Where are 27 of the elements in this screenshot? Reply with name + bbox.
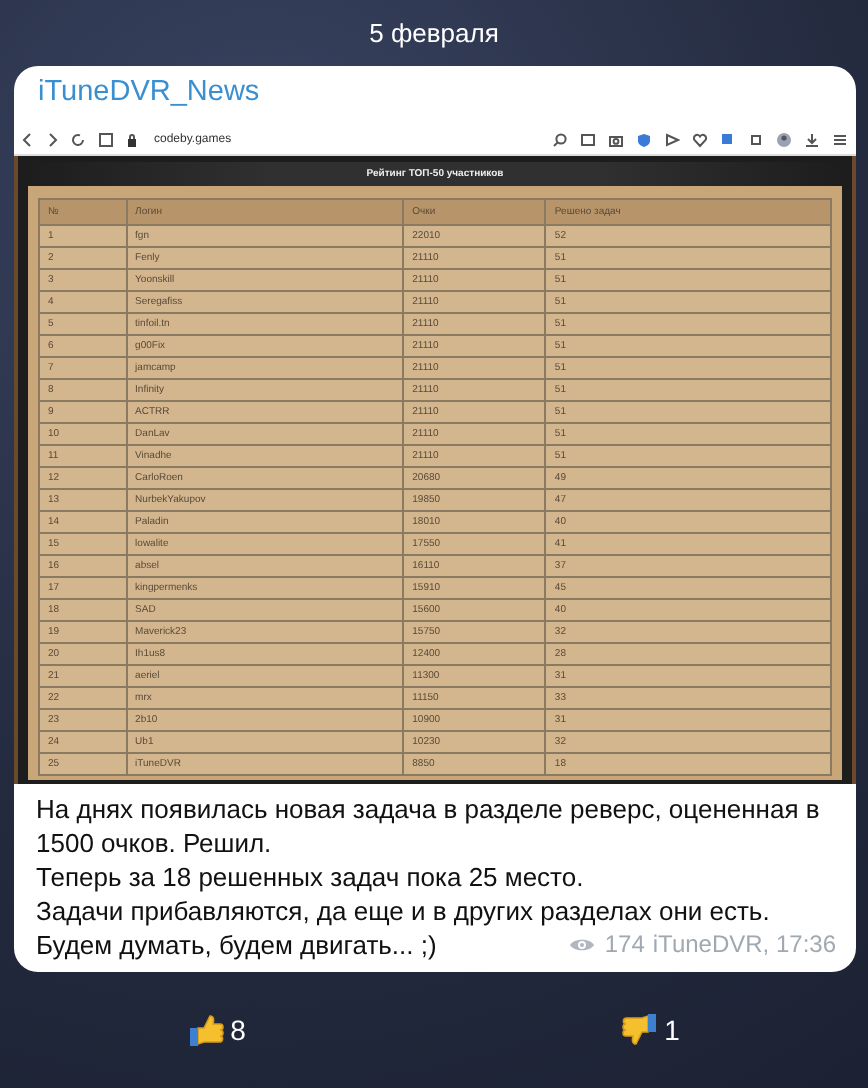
eye-icon [568, 936, 597, 954]
download-icon[interactable] [804, 131, 820, 147]
menu-icon[interactable] [832, 131, 848, 147]
forward-icon[interactable] [46, 131, 58, 147]
reaction-count: 1 [664, 1014, 680, 1046]
picture-icon[interactable] [580, 131, 596, 147]
message-text: Задачи прибавляются, да еще и в других разделах они есть. [36, 894, 772, 928]
send-icon[interactable] [664, 131, 680, 147]
tabs-icon[interactable] [98, 131, 114, 147]
camera-icon[interactable] [608, 131, 624, 147]
reload-icon[interactable] [70, 131, 86, 147]
message-text: Будем думать, будем двигать... ;) [36, 928, 437, 962]
heart-icon[interactable] [692, 131, 708, 147]
post-signature: iTuneDVR, 17:36 [652, 928, 836, 962]
back-icon[interactable] [22, 131, 34, 147]
shield-icon[interactable] [636, 131, 652, 147]
lock-icon [126, 131, 138, 147]
thumbs-down-icon[interactable] [622, 1012, 659, 1048]
message-text: Теперь за 18 решенных задач пока 25 место. [36, 860, 586, 894]
thumbs-up-icon[interactable] [188, 1012, 225, 1048]
reaction-count: 8 [230, 1014, 246, 1046]
zoom-icon[interactable] [552, 131, 568, 147]
message-text: На днях появилась новая задача в разделе реверс, оцененная в 1500 очков. Решил. [36, 792, 822, 860]
view-count: 174 [604, 928, 645, 962]
channel-name[interactable]: iTuneDVR_News [14, 66, 856, 124]
date-label: 5 февраля [369, 18, 499, 48]
profile-icon[interactable] [776, 131, 792, 147]
